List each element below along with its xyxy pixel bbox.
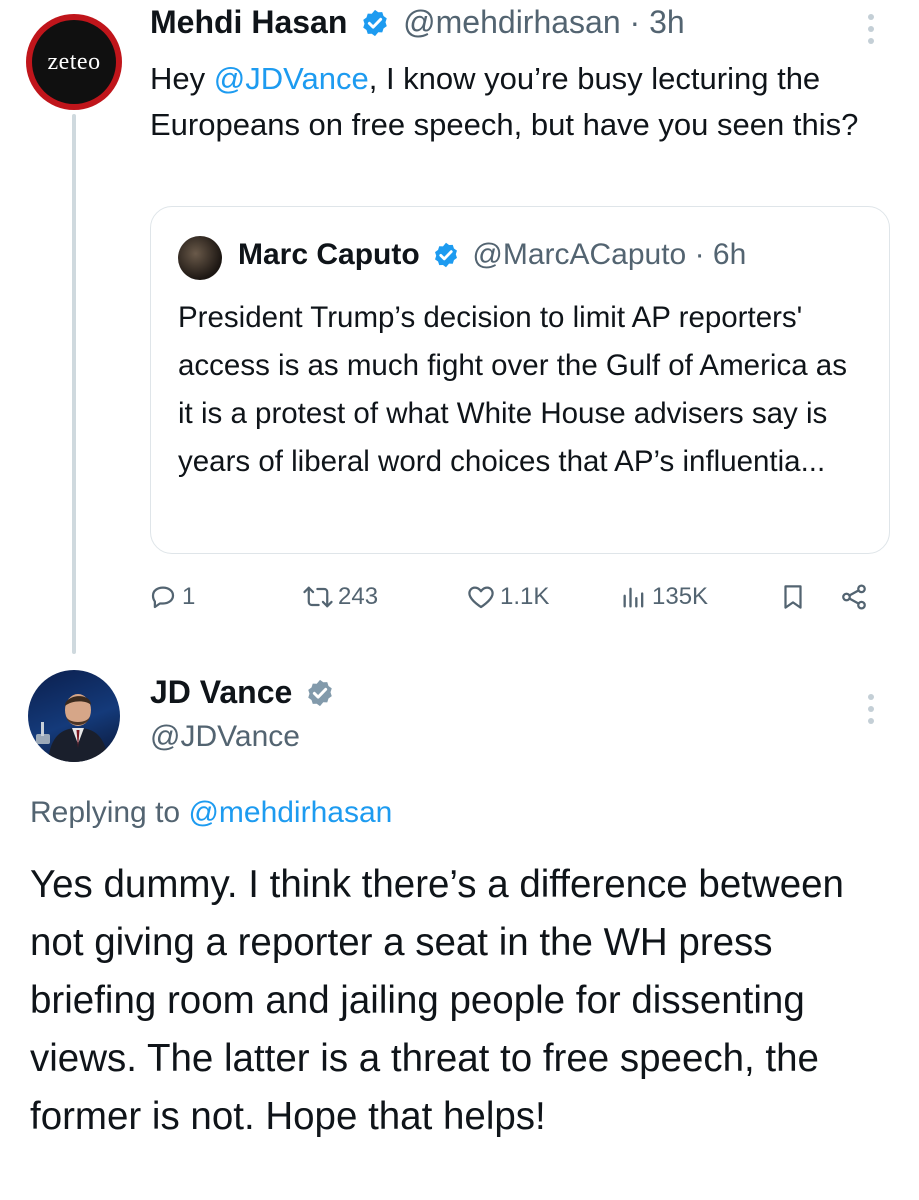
quote-author-handle[interactable]: @MarcACaputo [472,238,686,271]
like-count: 1.1K [500,583,550,610]
timestamp-separator: · [620,4,650,40]
reply-author-header: JD Vance [150,674,339,711]
thread-connector-line [72,114,76,654]
reply-icon [151,586,175,609]
mention-link[interactable]: @JDVance [214,61,369,96]
quote-time[interactable]: 6h [713,238,746,271]
reply-more-options-icon[interactable] [866,694,876,724]
tweet-header: Mehdi Hasan @mehdirhasan · 3h [150,4,685,41]
zeteo-logo-text: zeteo [32,20,116,104]
quote-author-avatar[interactable] [178,236,222,280]
heart-icon [468,586,494,609]
views-count: 135K [652,583,709,610]
avatar-photo-icon [36,694,108,762]
zeteo-avatar[interactable]: zeteo [26,14,122,110]
replying-to-mention[interactable]: @mehdirhasan [188,796,392,829]
verified-badge-icon [363,9,388,37]
views-button[interactable]: 135K [620,582,708,612]
tweet-text-start: Hey [150,61,214,96]
repost-count: 243 [338,583,379,610]
reply-button[interactable]: 1 [148,582,195,612]
reply-text: Yes dummy. I think there’s a difference … [30,863,844,1138]
repost-button[interactable]: 243 [302,582,378,612]
jd-vance-avatar[interactable] [28,670,120,762]
reply-author-handle[interactable]: @JDVance [150,720,300,754]
author-name[interactable]: Mehdi Hasan [150,4,347,40]
timestamp-separator: · [686,238,713,271]
tweet-time[interactable]: 3h [649,4,685,40]
replying-to-line: Replying to @mehdirhasan [30,796,392,830]
replying-to-label: Replying to [30,796,189,829]
author-handle[interactable]: @mehdirhasan [403,4,620,40]
verified-badge-icon [435,242,457,268]
share-button[interactable] [838,582,870,612]
repost-icon [303,586,333,608]
reply-author-name[interactable]: JD Vance [150,674,292,710]
tweet-action-bar: 1 243 1.1K 135K [148,582,878,622]
quote-header: Marc Caputo @MarcACaputo · 6h [238,238,746,272]
views-chart-icon [623,587,644,608]
quote-text: President Trump’s decision to limit AP r… [178,301,847,478]
tweet-text: Hey @JDVance, I know you’re busy lecturi… [150,56,890,148]
bookmark-icon [784,585,802,609]
gray-verified-badge-icon [308,679,332,707]
share-icon [842,584,866,610]
like-button[interactable]: 1.1K [466,582,549,612]
quote-author-name[interactable]: Marc Caputo [238,238,420,271]
more-options-icon[interactable] [866,14,876,44]
reply-count: 1 [182,583,196,610]
bookmark-button[interactable] [778,582,808,612]
